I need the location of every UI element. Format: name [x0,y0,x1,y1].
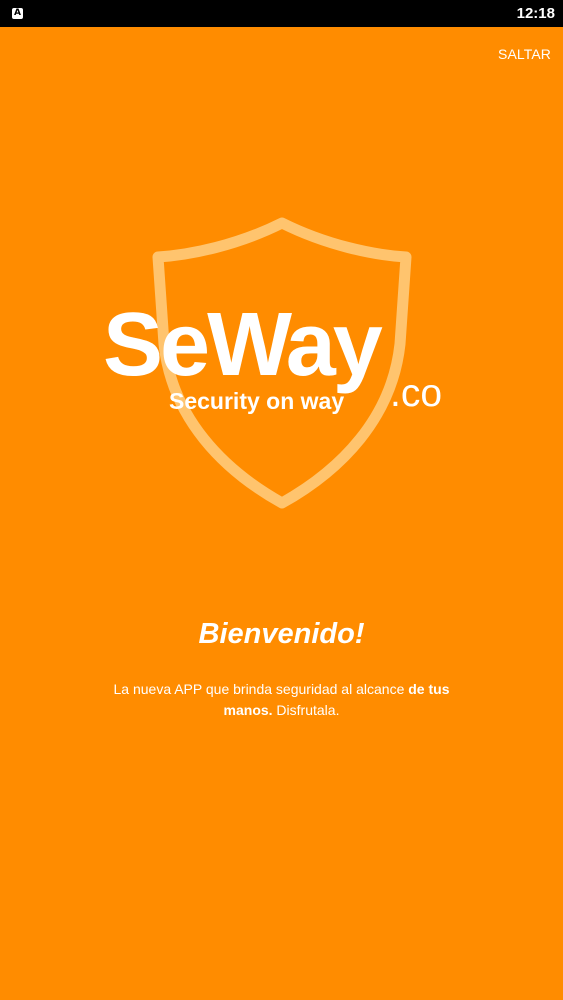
welcome-message-part-2: Disfrutala. [272,702,340,718]
brand-tagline: Security on way [169,388,344,414]
status-time: 12:18 [516,5,555,22]
welcome-message: La nueva APP que brinda seguridad al alc… [112,679,451,721]
onboarding-screen: A 12:18 SALTAR SeWay Security on way .co… [0,0,563,1000]
brand-name: SeWay [103,295,383,395]
welcome-title: Bienvenido! [198,618,365,650]
skip-button[interactable]: SALTAR [498,46,551,62]
logo-graphic: SeWay Security on way .co [103,217,442,509]
welcome-message-part-1: La nueva APP que brinda seguridad al alc… [113,681,409,697]
seway-logo: SeWay Security on way .co [86,205,476,520]
app-notification-icon: A [12,8,23,19]
status-bar: A 12:18 [0,0,563,27]
brand-domain: .co [390,372,442,415]
